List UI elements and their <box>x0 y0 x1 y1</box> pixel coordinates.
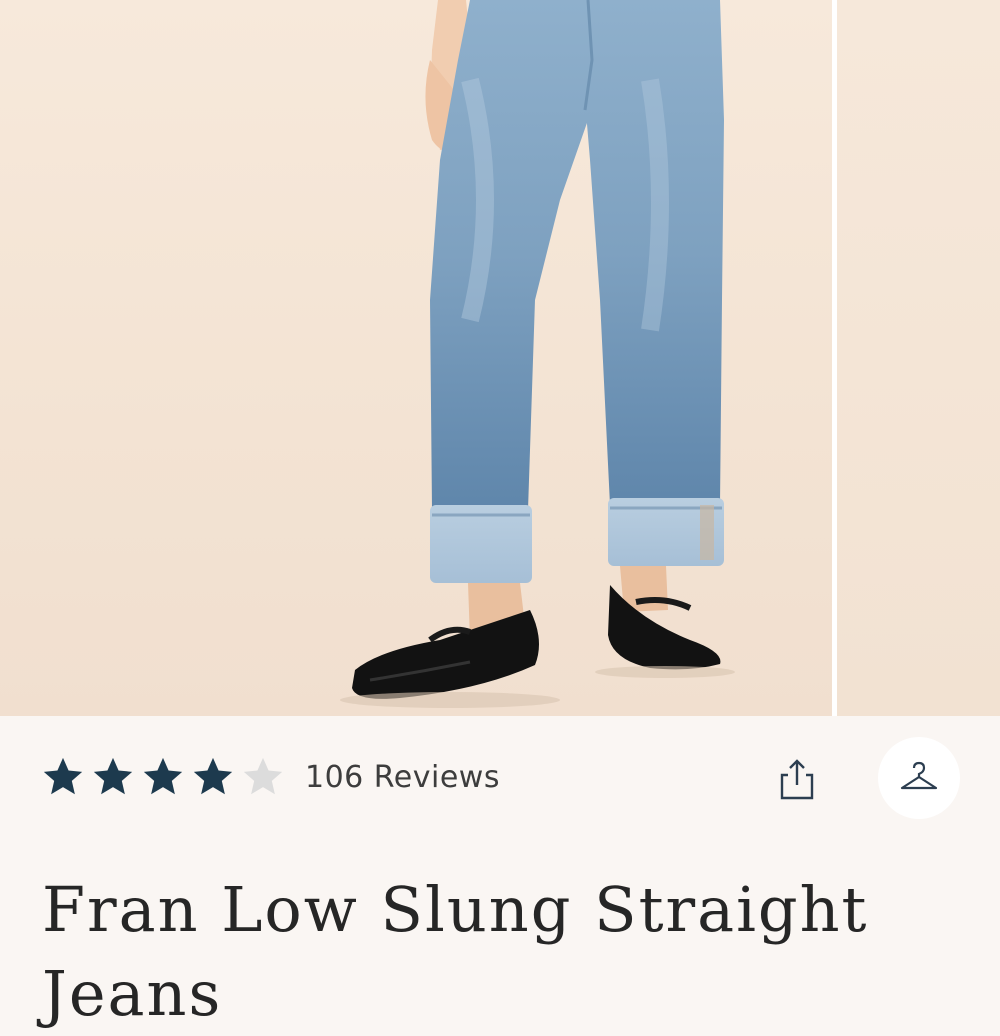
share-button[interactable] <box>772 754 822 804</box>
product-title: Fran Low Slung Straight Jeans <box>42 873 869 1030</box>
rating-stars[interactable] <box>40 754 286 800</box>
reviews-count-link[interactable]: 106 Reviews <box>305 760 500 795</box>
product-photo-next[interactable] <box>837 0 1000 716</box>
star-filled-icon <box>43 757 83 795</box>
share-icon <box>780 759 814 800</box>
product-photo-main[interactable] <box>0 0 832 716</box>
star-filled-icon <box>193 757 233 795</box>
star-filled-icon <box>93 757 133 795</box>
wishlist-button[interactable] <box>878 737 960 819</box>
product-image-gallery[interactable] <box>0 0 1000 716</box>
star-empty-icon <box>243 757 283 795</box>
model-in-jeans-illustration <box>340 0 735 708</box>
hanger-icon <box>900 761 938 790</box>
star-filled-icon <box>143 757 183 795</box>
